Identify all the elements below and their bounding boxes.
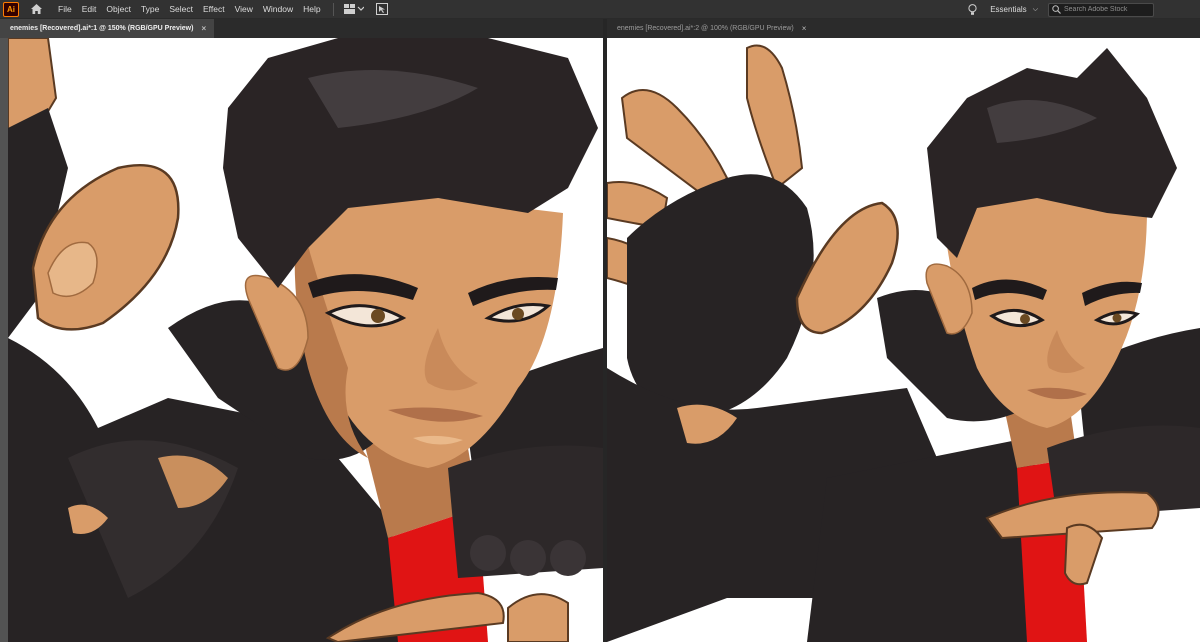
workspace-switcher[interactable]: Essentials ⌵ [990,5,1038,14]
finger [746,44,804,190]
arrange-documents-button[interactable] [341,0,367,19]
gpu-performance-button[interactable] [373,0,391,19]
character-illustration [607,44,1200,642]
chevron-down-icon: ⌵ [1032,5,1038,13]
document-tabbar-2: enemies [Recovered].ai*:2 @ 100% (RGB/GP… [607,19,1200,38]
lightbulb-icon [968,3,977,15]
menu-divider [332,2,334,16]
left-iris [1020,314,1030,324]
search-input[interactable] [1064,6,1146,13]
finger [620,89,729,200]
search-icon [1052,5,1061,14]
menu-type[interactable]: Type [136,0,164,19]
knuckle [470,535,506,571]
gpu-performance-icon [375,3,388,15]
finger [1063,523,1104,586]
menu-file[interactable]: File [53,0,77,19]
close-icon[interactable]: × [201,24,206,33]
knuckle [510,540,546,576]
document-tabbar-1: enemies [Recovered].ai*:1 @ 150% (RGB/GP… [0,19,603,38]
home-button[interactable] [25,0,47,19]
menu-view[interactable]: View [230,0,258,19]
menu-object[interactable]: Object [101,0,136,19]
right-iris [512,308,524,320]
menu-effect[interactable]: Effect [198,0,230,19]
finger [507,593,569,642]
character-illustration [8,38,603,642]
home-icon [30,4,42,14]
workspace-layout-icon [343,4,364,14]
document-pane-1: enemies [Recovered].ai*:1 @ 150% (RGB/GP… [0,19,603,642]
discover-button[interactable] [964,0,980,19]
document-tab-title: enemies [Recovered].ai*:1 @ 150% (RGB/GP… [10,25,194,32]
close-icon[interactable]: × [802,24,807,33]
menu-window[interactable]: Window [258,0,298,19]
stock-search[interactable] [1048,2,1154,17]
document-pane-2: enemies [Recovered].ai*:2 @ 100% (RGB/GP… [607,19,1200,642]
workspace-label: Essentials [990,5,1027,14]
right-iris [1112,313,1122,323]
artboard-canvas-2[interactable] [607,38,1200,642]
document-tab-2[interactable]: enemies [Recovered].ai*:2 @ 100% (RGB/GP… [607,19,815,38]
document-tab-title: enemies [Recovered].ai*:2 @ 100% (RGB/GP… [617,25,794,32]
document-tab-1[interactable]: enemies [Recovered].ai*:1 @ 150% (RGB/GP… [0,19,215,38]
knuckle [550,540,586,576]
main-menu: File Edit Object Type Select Effect View… [53,0,326,19]
menu-bar: Ai File Edit Object Type Select Effect V… [0,0,1200,19]
menu-help[interactable]: Help [298,0,325,19]
menu-edit[interactable]: Edit [77,0,102,19]
app-logo[interactable]: Ai [3,1,19,17]
artboard-canvas-1[interactable] [8,38,603,642]
left-iris [371,309,385,323]
menu-select[interactable]: Select [164,0,198,19]
